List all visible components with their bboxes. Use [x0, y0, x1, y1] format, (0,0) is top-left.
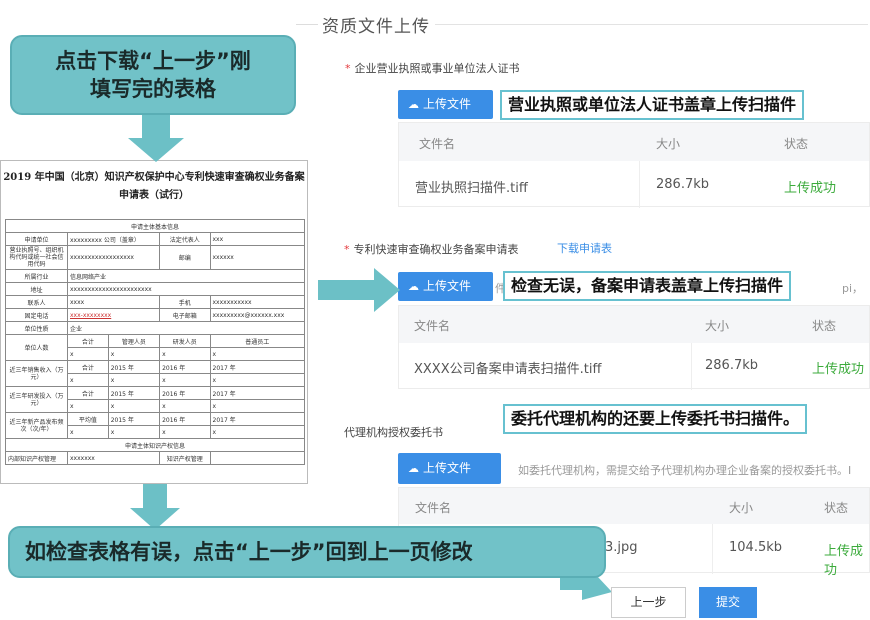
arrow-down-to-form	[128, 114, 184, 162]
download-instruction-bubble: 点击下载“上一步”刚 填写完的表格	[10, 35, 296, 115]
arrow-right-to-upload	[318, 268, 400, 312]
prev-step-button[interactable]: 上一步	[611, 587, 686, 618]
arrow-down-to-back	[130, 484, 180, 530]
back-instruction-bubble: 如检查表格有误，点击“上一步”回到上一页修改	[8, 526, 606, 578]
submit-button[interactable]: 提交	[699, 587, 757, 618]
